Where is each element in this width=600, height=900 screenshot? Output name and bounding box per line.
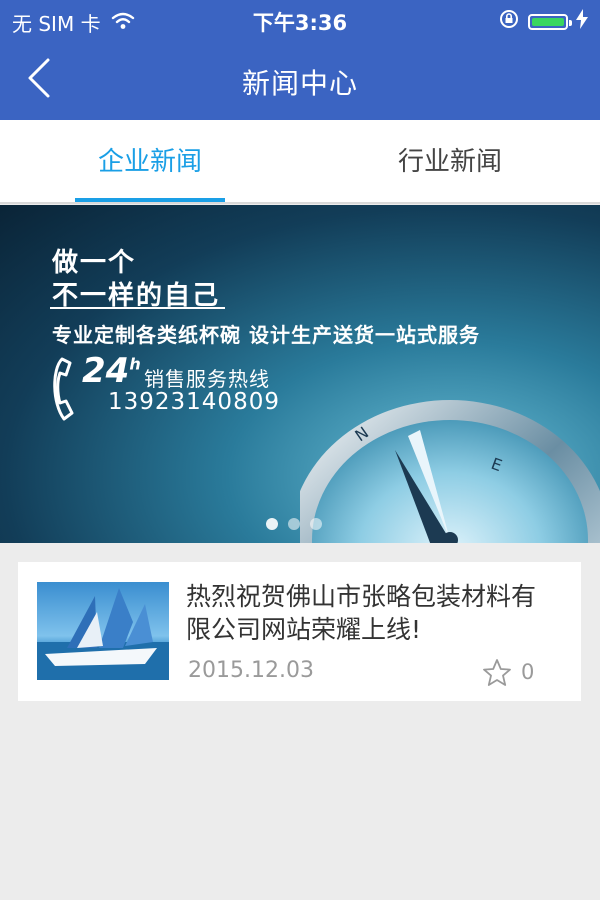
top-bar: 无 SIM 卡 下午3:36 新闻中心	[0, 0, 600, 120]
banner-service-text: 专业定制各类纸杯碗 设计生产送货一站式服务	[52, 323, 480, 347]
banner-24h: 24h	[82, 351, 141, 391]
carousel-dot[interactable]	[288, 518, 300, 530]
compass-image: N E	[290, 390, 600, 543]
carousel-dots	[266, 518, 322, 530]
page-title: 新闻中心	[241, 67, 358, 100]
banner-hours-unit: h	[129, 354, 141, 374]
tab-active-indicator	[75, 198, 225, 202]
battery-icon	[528, 13, 572, 30]
carousel-dot[interactable]	[266, 518, 278, 530]
news-tabs: 企业新闻 行业新闻	[0, 120, 600, 204]
status-right	[498, 8, 588, 35]
banner-underline	[50, 307, 225, 309]
star-icon[interactable]	[482, 658, 512, 692]
carousel-dot[interactable]	[310, 518, 322, 530]
charging-icon	[576, 9, 588, 34]
tab-company-news[interactable]: 企业新闻	[0, 120, 300, 204]
news-list-item[interactable]: 热烈祝贺佛山市张略包装材料有限公司网站荣耀上线! 2015.12.03 0	[18, 562, 581, 701]
navigation-bar: 新闻中心	[0, 40, 600, 120]
banner-phone-number: 13923140809	[108, 389, 280, 415]
status-bar: 无 SIM 卡 下午3:36	[0, 0, 600, 40]
tab-industry-news[interactable]: 行业新闻	[300, 120, 600, 204]
promo-banner[interactable]: 做一个 不一样的自己 专业定制各类纸杯碗 设计生产送货一站式服务 24h 销售服…	[0, 205, 600, 543]
news-date: 2015.12.03	[188, 658, 314, 683]
banner-hotline-label: 销售服务热线	[144, 367, 270, 391]
banner-hours: 24	[82, 351, 130, 391]
news-thumbnail	[37, 582, 169, 680]
battery-cap	[569, 19, 572, 26]
battery-fill	[532, 17, 564, 26]
banner-slogan-line1: 做一个	[52, 248, 137, 278]
news-like-count: 0	[521, 660, 535, 684]
news-title: 热烈祝贺佛山市张略包装材料有限公司网站荣耀上线!	[186, 582, 537, 644]
rotation-lock-icon	[498, 8, 520, 35]
